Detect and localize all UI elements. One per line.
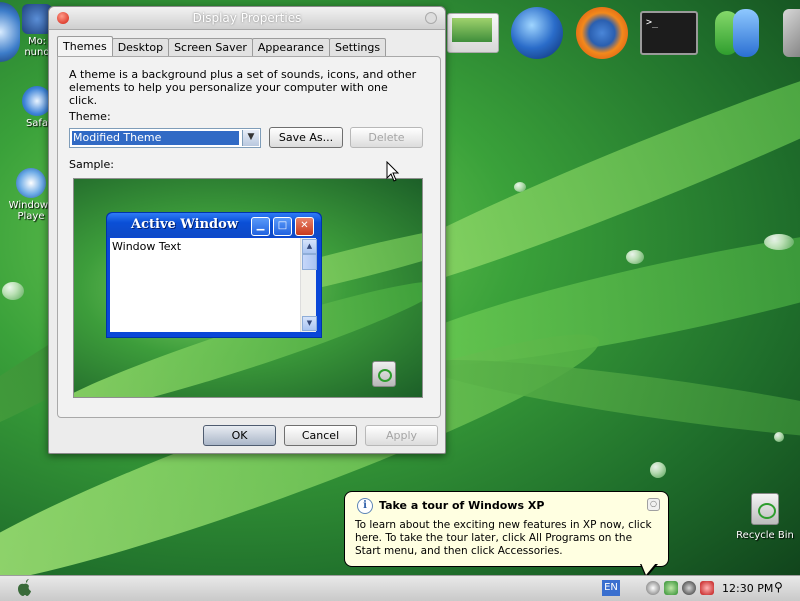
recycle-tray-icon[interactable]: [664, 581, 678, 595]
mouse-cursor-icon: [386, 161, 400, 182]
apply-button[interactable]: Apply: [365, 425, 438, 446]
tab-desktop[interactable]: Desktop: [111, 38, 170, 56]
theme-sample-preview: Active Window ▁ □ ✕ Window Text ▲ ▼: [73, 178, 423, 398]
info-icon: i: [357, 498, 373, 514]
taskbar-clock[interactable]: 12:30 PM: [722, 582, 773, 595]
water-drop: [2, 282, 24, 300]
recycle-bin-label: Recycle Bin: [736, 530, 794, 541]
dock-terminal-icon[interactable]: >_: [640, 6, 698, 60]
close-icon: ✕: [295, 217, 314, 236]
water-drop: [650, 462, 666, 478]
water-drop: [774, 432, 784, 442]
scroll-down-icon: ▼: [302, 316, 317, 331]
security-shield-icon[interactable]: [700, 581, 714, 595]
display-properties-window: Display Properties Themes Desktop Screen…: [48, 6, 446, 454]
water-drop: [764, 234, 794, 250]
theme-label: Theme:: [69, 110, 111, 123]
tour-tray-icon[interactable]: [646, 581, 660, 595]
search-icon[interactable]: ⚲: [774, 580, 783, 594]
balloon-close-button[interactable]: ○: [647, 498, 660, 511]
dock-firefox-icon[interactable]: [573, 6, 631, 60]
sample-active-window: Active Window ▁ □ ✕ Window Text ▲ ▼: [106, 212, 322, 338]
theme-description: A theme is a background plus a set of so…: [69, 68, 417, 107]
recycle-bin-icon: [751, 493, 779, 525]
start-menu-apple-icon[interactable]: [16, 579, 32, 597]
balloon-tail-fill: [641, 563, 656, 575]
sample-label: Sample:: [69, 158, 114, 171]
balloon-title: Take a tour of Windows XP: [379, 499, 545, 512]
dock-network-globe-icon[interactable]: [508, 6, 566, 60]
sample-window-titlebar: Active Window ▁ □ ✕: [107, 213, 321, 237]
taskbar: EN 12:30 PM ⚲: [0, 575, 800, 601]
scroll-thumb: [302, 254, 317, 270]
tab-screen-saver[interactable]: Screen Saver: [168, 38, 253, 56]
dock-utilities-icon[interactable]: [772, 6, 800, 60]
theme-select-value: Modified Theme: [72, 131, 239, 145]
tab-settings[interactable]: Settings: [328, 38, 387, 56]
dock-imac-icon[interactable]: [444, 6, 502, 60]
language-indicator[interactable]: EN: [602, 580, 620, 596]
scroll-up-icon: ▲: [302, 239, 317, 254]
desktop-icon-recycle-bin[interactable]: Recycle Bin: [735, 493, 795, 541]
window-titlebar[interactable]: Display Properties: [49, 7, 445, 30]
tab-appearance[interactable]: Appearance: [251, 38, 330, 56]
minimize-icon: ▁: [251, 217, 270, 236]
tab-bar: Themes Desktop Screen Saver Appearance S…: [57, 36, 387, 56]
sample-scrollbar: ▲ ▼: [300, 238, 317, 332]
media-player-icon: [16, 168, 46, 198]
water-drop: [626, 250, 644, 264]
water-drop: [514, 182, 526, 192]
delete-button[interactable]: Delete: [350, 127, 423, 148]
dock-messenger-icon[interactable]: [708, 6, 766, 60]
sample-window-title: Active Window: [131, 217, 239, 232]
notification-balloon[interactable]: i Take a tour of Windows XP ○ To learn a…: [344, 491, 669, 578]
window-title: Display Properties: [192, 11, 302, 25]
cancel-button[interactable]: Cancel: [284, 425, 357, 446]
ok-button[interactable]: OK: [203, 425, 276, 446]
chevron-down-icon[interactable]: ▼: [242, 130, 259, 146]
sample-window-text: Window Text: [112, 240, 182, 253]
network-tray-icon[interactable]: [682, 581, 696, 595]
zoom-button[interactable]: [425, 12, 437, 24]
maximize-icon: □: [273, 217, 292, 236]
sample-window-body: Window Text ▲ ▼: [110, 238, 317, 332]
balloon-body: To learn about the exciting new features…: [355, 519, 652, 557]
recycle-bin-icon: [372, 361, 396, 387]
theme-select[interactable]: Modified Theme ▼: [69, 128, 261, 148]
themes-panel: A theme is a background plus a set of so…: [57, 56, 441, 418]
save-as-button[interactable]: Save As...: [269, 127, 343, 148]
tab-themes[interactable]: Themes: [57, 36, 113, 56]
